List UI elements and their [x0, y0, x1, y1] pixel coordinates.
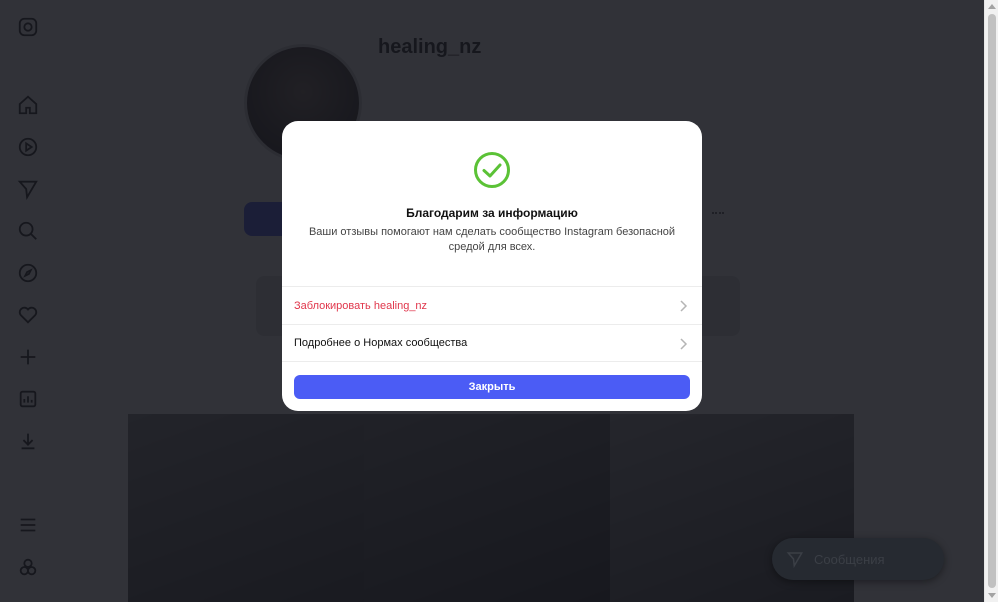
community-guidelines-label: Подробнее о Нормах сообщества [294, 337, 468, 349]
chevron-right-icon [680, 300, 688, 312]
scroll-down-arrow-icon[interactable] [988, 593, 996, 598]
block-user-label: Заблокировать healing_nz [294, 299, 428, 312]
report-confirmation-dialog: Благодарим за информацию Ваши отзывы пом… [282, 121, 702, 411]
close-button[interactable]: Закрыть [294, 375, 690, 399]
send-icon [786, 552, 804, 568]
chevron-right-icon [680, 338, 688, 350]
messages-button[interactable]: Сообщения [772, 538, 944, 580]
scrollbar-thumb[interactable] [988, 14, 996, 588]
community-guidelines-option[interactable]: Подробнее о Нормах сообщества [282, 324, 702, 362]
dialog-title: Благодарим за информацию [406, 206, 578, 220]
dialog-message: Ваши отзывы помогают нам сделать сообщес… [308, 226, 676, 253]
block-user-option[interactable]: Заблокировать healing_nz [282, 286, 702, 324]
scroll-up-arrow-icon[interactable] [988, 4, 996, 9]
check-circle-icon [473, 151, 511, 189]
messages-label: Сообщения [814, 551, 885, 567]
page-scrollbar[interactable] [984, 0, 998, 602]
